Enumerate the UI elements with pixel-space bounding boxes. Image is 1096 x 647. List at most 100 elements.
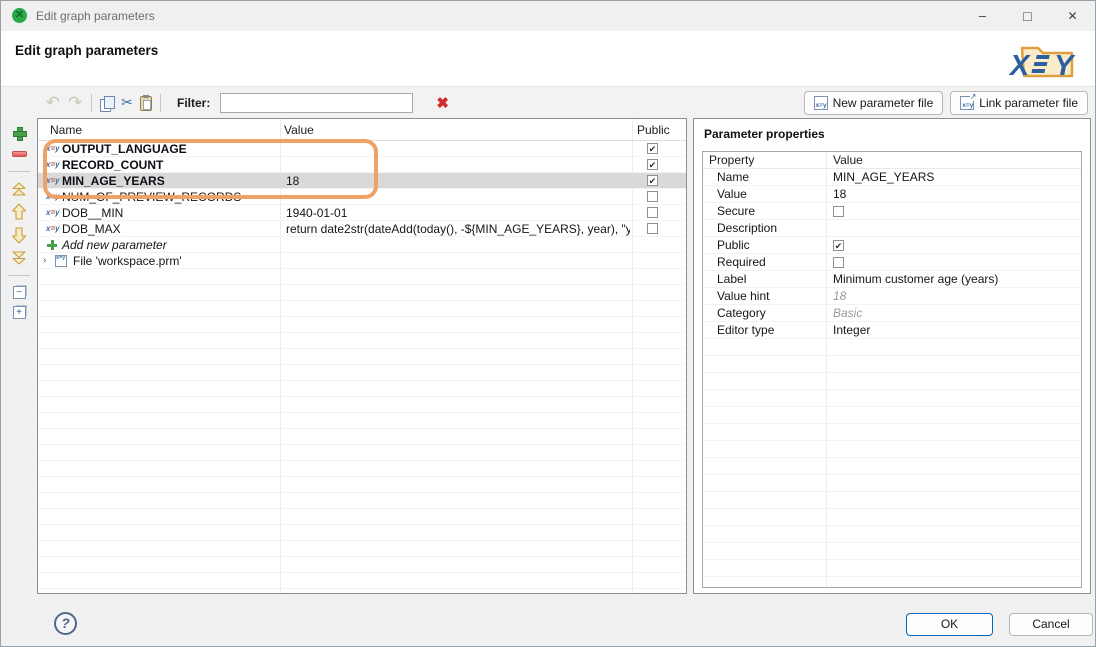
toolbar-right-group: New parameter file Link parameter file (804, 91, 1088, 115)
window-controls (960, 1, 1095, 31)
table-row[interactable]: x=y DOB__MIN 1940-01-01 (38, 205, 686, 221)
public-checkbox[interactable] (647, 191, 658, 202)
column-header-public[interactable]: Public (637, 119, 670, 141)
property-row[interactable]: Editor type Integer (703, 322, 1081, 339)
parameter-icon: x=y (46, 221, 60, 237)
side-toolbar (1, 118, 37, 319)
collapse-all-icon[interactable] (13, 286, 26, 299)
public-checkbox[interactable] (647, 143, 658, 154)
close-button[interactable] (1050, 1, 1095, 31)
filter-input[interactable] (220, 93, 413, 113)
parameter-file-icon (55, 255, 67, 267)
ok-button[interactable]: OK (906, 613, 993, 636)
toolbar: Filter: New parameter file Link paramete… (1, 86, 1095, 118)
copy-icon[interactable] (100, 96, 114, 111)
property-value: Integer (833, 322, 870, 339)
property-label: Value hint (717, 288, 769, 305)
workspace-prm-file-row[interactable]: › File 'workspace.prm' (38, 253, 686, 269)
public-checkbox[interactable] (833, 240, 844, 251)
parameter-icon: x=y (46, 173, 60, 189)
property-row[interactable]: Name MIN_AGE_YEARS (703, 169, 1081, 186)
property-label: Secure (717, 203, 755, 220)
property-row[interactable]: Description (703, 220, 1081, 237)
add-parameter-icon[interactable] (12, 126, 26, 140)
filter-label: Filter: (177, 96, 210, 110)
property-row[interactable]: Secure (703, 203, 1081, 220)
public-checkbox[interactable] (647, 223, 658, 234)
property-label: Required (717, 254, 766, 271)
property-label: Value (717, 186, 747, 203)
clear-filter-icon[interactable] (436, 94, 449, 113)
public-checkbox[interactable] (647, 175, 658, 186)
file-row-label: File 'workspace.prm' (73, 253, 182, 269)
graph-parameters-logo-icon: X Y (1009, 36, 1081, 82)
parameters-table: Name Value Public x=y OUTPUT_LANGUAGE x=… (37, 118, 687, 594)
public-checkbox[interactable] (647, 159, 658, 170)
redo-icon[interactable] (67, 93, 83, 113)
move-bottom-icon[interactable] (11, 251, 27, 265)
app-icon (12, 8, 27, 23)
property-row[interactable]: Label Minimum customer age (years) (703, 271, 1081, 288)
public-checkbox[interactable] (647, 207, 658, 218)
column-header-value[interactable]: Value (284, 119, 314, 141)
move-down-icon[interactable] (11, 227, 27, 244)
param-value: 18 (286, 173, 299, 189)
undo-icon[interactable] (45, 93, 61, 113)
property-value: MIN_AGE_YEARS (833, 169, 934, 186)
move-up-icon[interactable] (11, 203, 27, 220)
cut-icon[interactable] (120, 94, 134, 112)
link-parameter-file-label: Link parameter file (979, 96, 1078, 110)
property-row[interactable]: Category Basic (703, 305, 1081, 322)
property-row[interactable]: Value 18 (703, 186, 1081, 203)
property-row[interactable]: Public (703, 237, 1081, 254)
toolbar-separator (160, 94, 161, 112)
empty-rows-area (38, 269, 686, 593)
properties-panel-title: Parameter properties (704, 127, 825, 141)
remove-parameter-icon[interactable] (12, 151, 27, 157)
parameter-icon: x=y (46, 205, 60, 221)
property-row[interactable]: Value hint 18 (703, 288, 1081, 305)
param-value: 1940-01-01 (286, 205, 347, 221)
side-toolbar-separator (8, 171, 30, 172)
table-row[interactable]: x=y DOB_MAX return date2str(dateAdd(toda… (38, 221, 686, 237)
svg-text:Y: Y (1054, 50, 1076, 82)
property-row[interactable]: Required (703, 254, 1081, 271)
parameter-properties-panel: Parameter properties Property Value Name… (693, 118, 1091, 594)
required-checkbox[interactable] (833, 257, 844, 268)
column-header-name[interactable]: Name (50, 119, 82, 141)
properties-table-header: Property Value (703, 152, 1081, 169)
table-row[interactable]: x=y RECORD_COUNT (38, 157, 686, 173)
add-icon (47, 240, 57, 250)
minimize-button[interactable] (960, 1, 1005, 31)
svg-text:X: X (1009, 50, 1031, 82)
column-header-value[interactable]: Value (833, 152, 863, 169)
new-parameter-file-button[interactable]: New parameter file (804, 91, 944, 115)
table-row[interactable]: x=y OUTPUT_LANGUAGE (38, 141, 686, 157)
property-label: Description (717, 220, 777, 237)
page-title: Edit graph parameters (15, 43, 158, 58)
param-name: DOB__MIN (62, 205, 123, 221)
property-value: 18 (833, 186, 846, 203)
param-name: OUTPUT_LANGUAGE (62, 141, 187, 157)
property-value: Minimum customer age (years) (833, 271, 998, 288)
expand-all-icon[interactable] (13, 306, 26, 319)
move-top-icon[interactable] (11, 182, 27, 196)
paste-icon[interactable] (140, 96, 152, 111)
table-row-selected[interactable]: x=y MIN_AGE_YEARS 18 (38, 173, 686, 189)
new-parameter-file-label: New parameter file (833, 96, 934, 110)
expand-chevron-icon[interactable]: › (43, 253, 46, 269)
maximize-button[interactable] (1005, 1, 1050, 31)
add-new-parameter-row[interactable]: Add new parameter (38, 237, 686, 253)
secure-checkbox[interactable] (833, 206, 844, 217)
help-button[interactable] (54, 612, 77, 635)
parameter-icon: x=y (46, 189, 60, 205)
empty-rows-area (703, 339, 1081, 587)
properties-table: Property Value Name MIN_AGE_YEARS Value … (702, 151, 1082, 588)
link-parameter-file-button[interactable]: Link parameter file (950, 91, 1088, 115)
cancel-button[interactable]: Cancel (1009, 613, 1093, 636)
column-header-property[interactable]: Property (709, 152, 754, 169)
param-value: return date2str(dateAdd(today(), -${MIN_… (286, 221, 630, 237)
window-title: Edit graph parameters (36, 9, 155, 23)
link-parameter-file-icon (960, 96, 974, 110)
table-row[interactable]: x=y NUM_OF_PREVIEW_RECORDS (38, 189, 686, 205)
